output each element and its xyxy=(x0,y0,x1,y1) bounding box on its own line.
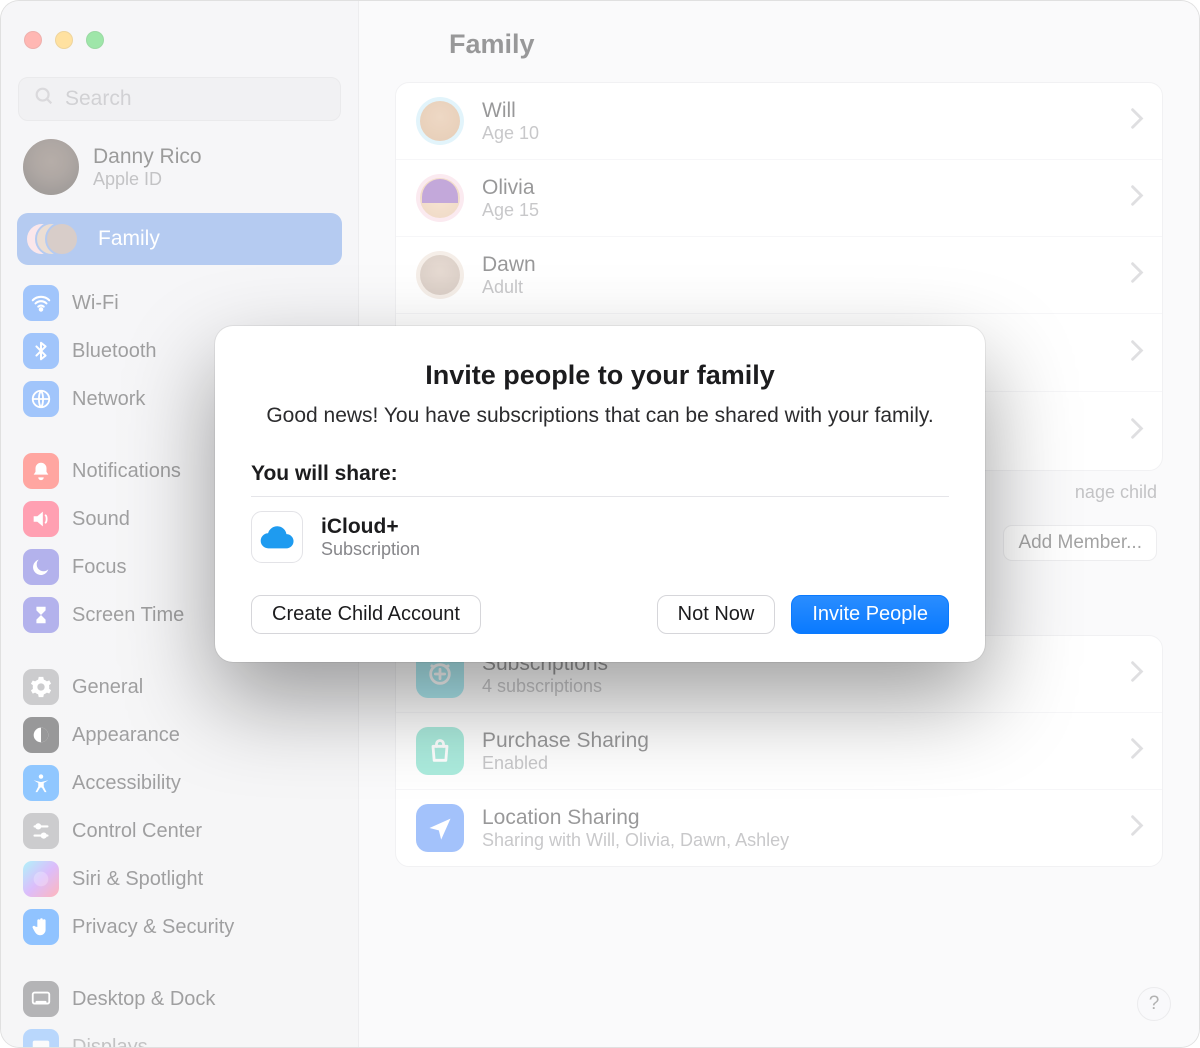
modal-overlay: Invite people to your family Good news! … xyxy=(1,1,1199,1047)
modal-lead: Good news! You have subscriptions that c… xyxy=(251,401,949,430)
icloud-icon xyxy=(251,511,303,563)
share-item-sub: Subscription xyxy=(321,539,420,560)
create-child-account-button[interactable]: Create Child Account xyxy=(251,595,481,634)
share-item-row: iCloud+ Subscription xyxy=(251,497,949,571)
not-now-button[interactable]: Not Now xyxy=(657,595,776,634)
invite-people-button[interactable]: Invite People xyxy=(791,595,949,634)
share-item-name: iCloud+ xyxy=(321,515,420,539)
settings-window: Danny Rico Apple ID Family Wi-Fi Bluetoo… xyxy=(1,1,1199,1047)
invite-modal: Invite people to your family Good news! … xyxy=(215,326,985,662)
share-heading: You will share: xyxy=(251,462,949,486)
modal-title: Invite people to your family xyxy=(251,360,949,391)
